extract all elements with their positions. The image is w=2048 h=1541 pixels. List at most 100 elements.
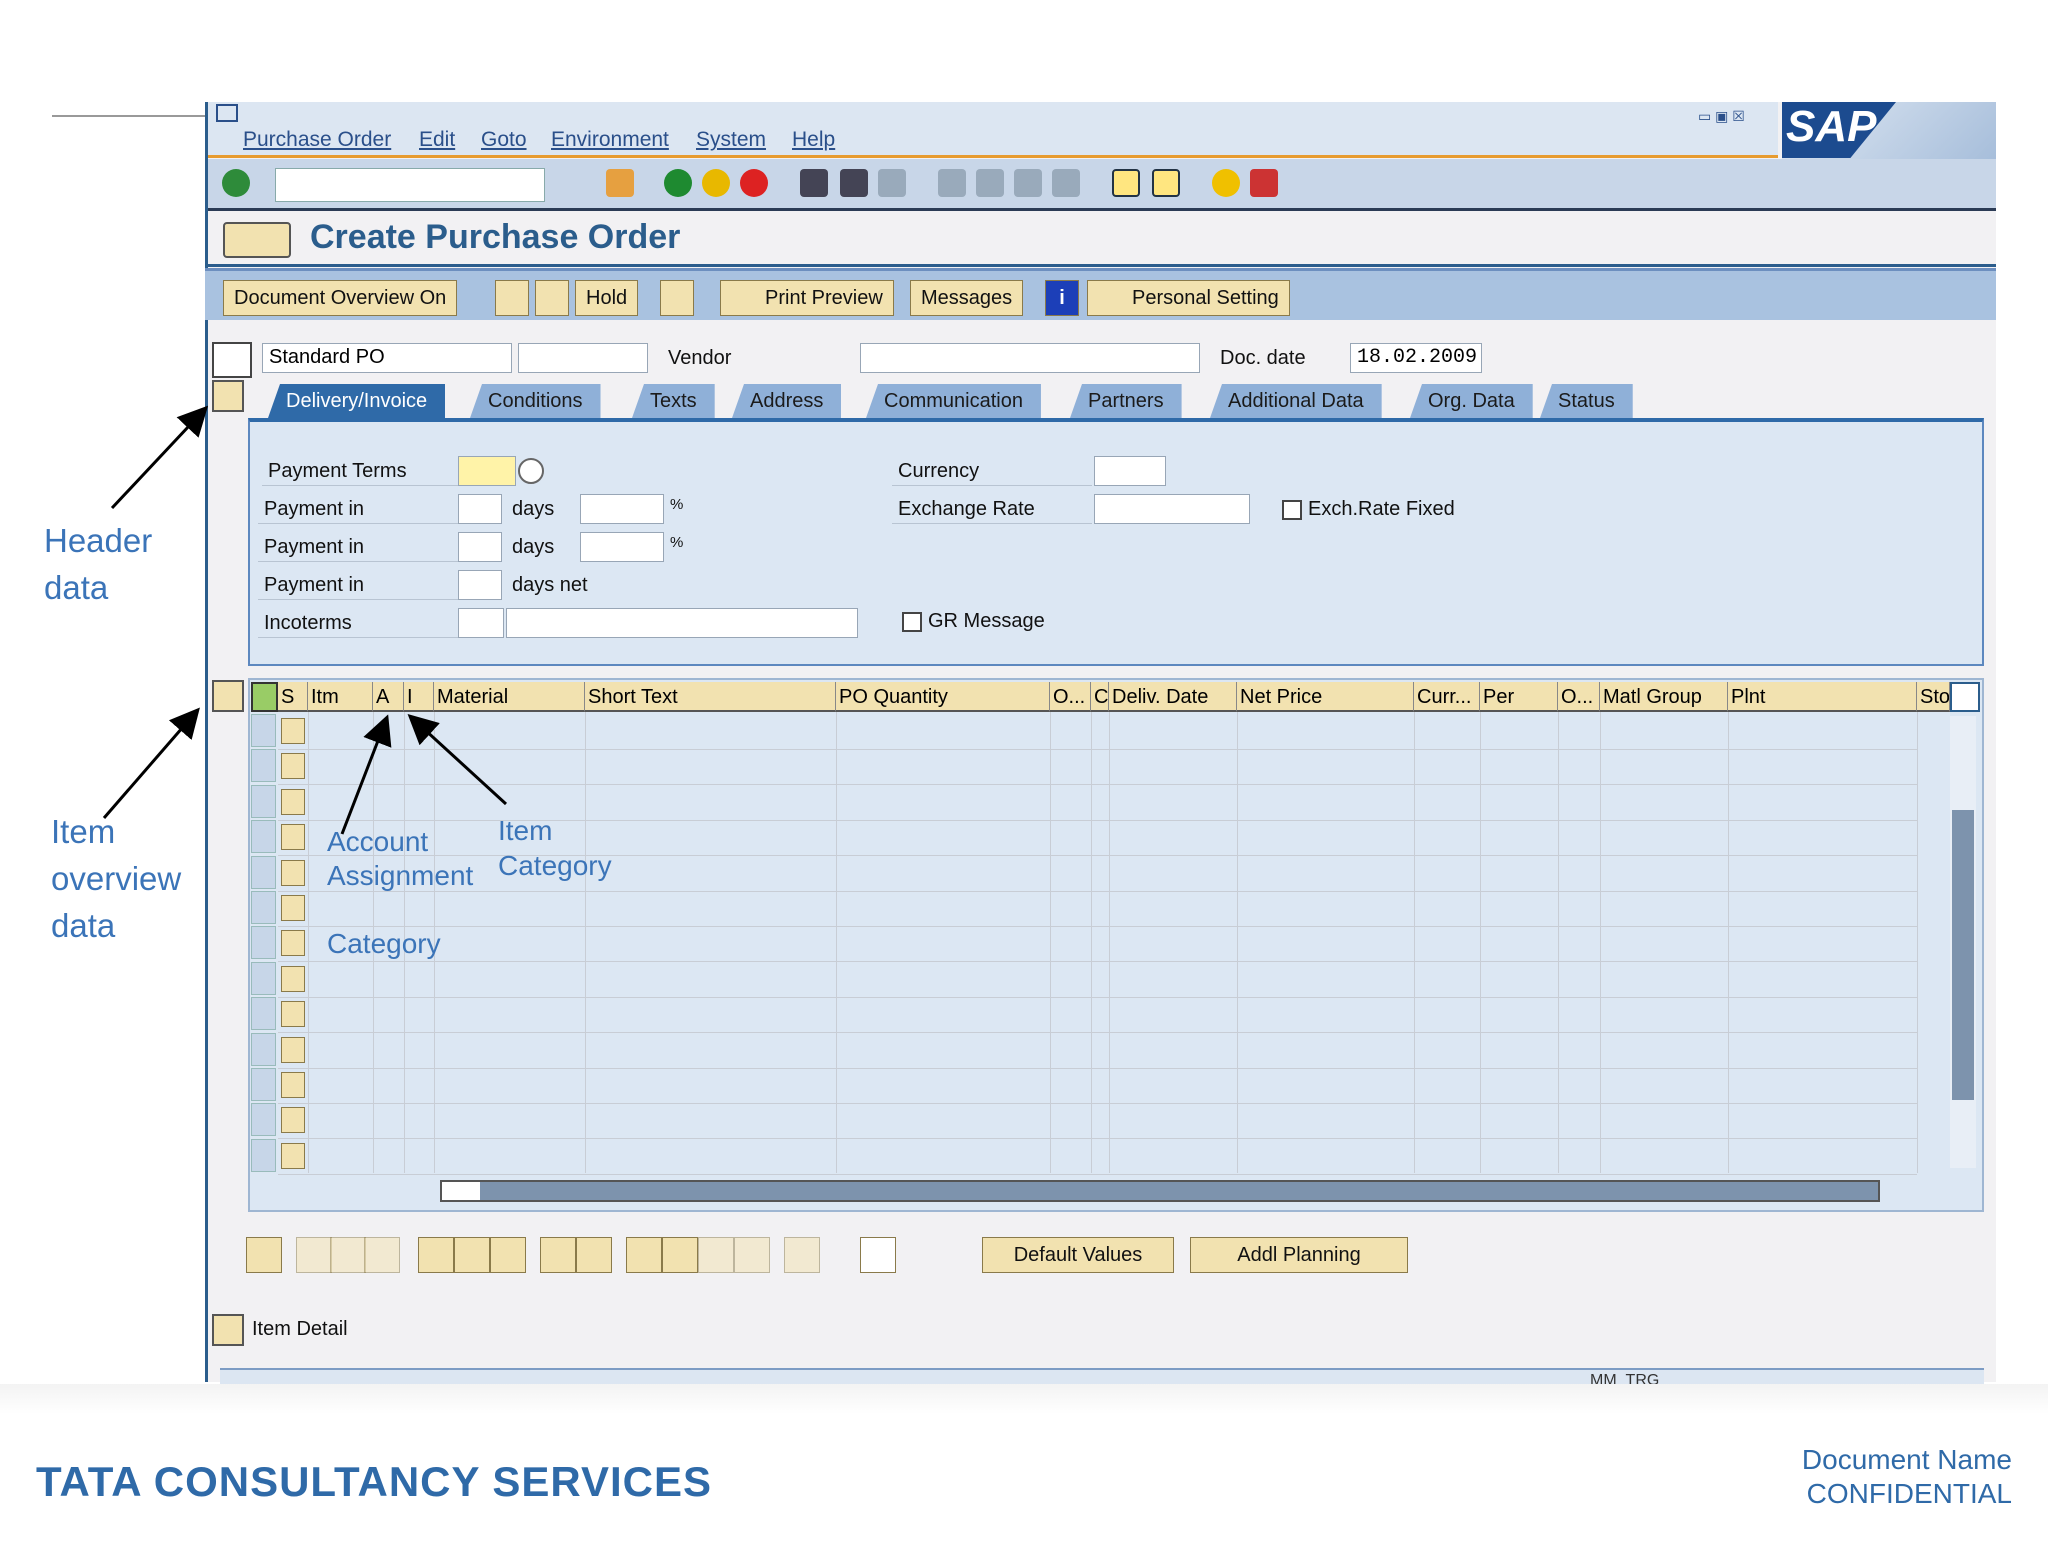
find-next-icon[interactable] xyxy=(878,169,906,197)
column-header-6[interactable]: PO Quantity xyxy=(836,682,1050,712)
lock-icon[interactable] xyxy=(454,1237,490,1273)
cart-icon[interactable] xyxy=(212,342,252,378)
addl-planning-button[interactable]: Addl Planning xyxy=(1190,1237,1408,1273)
other-po-icon[interactable] xyxy=(535,280,569,316)
first-page-icon[interactable] xyxy=(938,169,966,197)
system-info[interactable]: MM_TRG xyxy=(1590,1372,1659,1384)
find-icon[interactable] xyxy=(840,169,868,197)
tab-conditions[interactable]: Conditions xyxy=(470,384,601,418)
services-icon[interactable] xyxy=(223,222,291,258)
conditions-icon[interactable] xyxy=(860,1237,896,1273)
shortcut-icon[interactable] xyxy=(1152,169,1180,197)
table-row[interactable] xyxy=(278,961,1917,963)
print-icon[interactable] xyxy=(800,169,828,197)
row-selector[interactable] xyxy=(251,784,276,818)
scroll-thumb[interactable] xyxy=(1952,810,1974,1100)
unlock-icon[interactable] xyxy=(490,1237,526,1273)
default-values-button[interactable]: Default Values xyxy=(982,1237,1174,1273)
payment-days-net-field[interactable] xyxy=(458,570,502,600)
column-header-16[interactable]: Sto xyxy=(1917,682,1950,712)
incoterms-location-field[interactable] xyxy=(506,608,858,638)
window-menu-icon[interactable] xyxy=(216,104,238,122)
messages-button[interactable]: Messages xyxy=(910,280,1024,316)
filter-off-icon[interactable] xyxy=(698,1237,734,1273)
print-preview-button[interactable]: Print Preview xyxy=(720,280,894,316)
paste-item-icon[interactable] xyxy=(364,1237,400,1273)
sub-items-icon[interactable] xyxy=(784,1237,820,1273)
menu-purchase-order[interactable]: Purchase Order xyxy=(243,128,391,152)
last-page-icon[interactable] xyxy=(1052,169,1080,197)
create-icon[interactable] xyxy=(495,280,529,316)
table-row[interactable] xyxy=(278,784,1917,786)
table-row[interactable] xyxy=(278,1032,1917,1034)
gr-message-checkbox[interactable] xyxy=(902,612,922,632)
vendor-field[interactable] xyxy=(860,343,1200,373)
item-detail-icon[interactable] xyxy=(212,1314,244,1346)
tab-additional-data[interactable]: Additional Data xyxy=(1210,384,1382,418)
next-page-icon[interactable] xyxy=(1014,169,1042,197)
help-icon[interactable] xyxy=(1212,169,1240,197)
column-header-5[interactable]: Short Text xyxy=(585,682,836,712)
payment-terms-lookup-icon[interactable] xyxy=(518,458,544,484)
table-row[interactable] xyxy=(278,1138,1917,1140)
undo-filter-icon[interactable] xyxy=(734,1237,770,1273)
column-header-11[interactable]: Curr... xyxy=(1414,682,1480,712)
item-detail-view-icon[interactable] xyxy=(246,1237,282,1273)
incoterms-field[interactable] xyxy=(458,608,504,638)
check-icon[interactable] xyxy=(660,280,694,316)
column-header-12[interactable]: Per xyxy=(1480,682,1558,712)
column-header-8[interactable]: C xyxy=(1091,682,1109,712)
payment-days-2-field[interactable] xyxy=(458,532,502,562)
doc-date-field[interactable]: 18.02.2009 xyxy=(1350,343,1482,373)
filter-icon[interactable] xyxy=(662,1237,698,1273)
menu-system[interactable]: System xyxy=(696,128,766,152)
table-row[interactable] xyxy=(278,926,1917,927)
row-selector[interactable] xyxy=(251,1138,276,1172)
row-selector[interactable] xyxy=(251,855,276,889)
table-row[interactable] xyxy=(278,996,1917,998)
column-header-9[interactable]: Deliv. Date xyxy=(1109,682,1237,712)
row-selector[interactable] xyxy=(251,820,276,854)
item-detail-label[interactable]: Item Detail xyxy=(252,1318,348,1341)
delete-icon[interactable] xyxy=(418,1237,454,1273)
document-overview-button[interactable]: Document Overview On xyxy=(223,280,458,316)
payment-percent-1-field[interactable] xyxy=(580,494,664,524)
menu-help[interactable]: Help xyxy=(792,128,835,152)
row-selector[interactable] xyxy=(251,714,276,747)
header-toggle-icon[interactable] xyxy=(212,380,244,412)
row-selector[interactable] xyxy=(251,1068,276,1101)
row-selector[interactable] xyxy=(251,1103,276,1137)
row-selector[interactable] xyxy=(251,997,276,1031)
row-selector[interactable] xyxy=(251,926,276,960)
row-selector[interactable] xyxy=(251,749,276,783)
exchange-rate-field[interactable] xyxy=(1094,494,1250,524)
command-field[interactable] xyxy=(275,168,545,202)
column-header-15[interactable]: Plnt xyxy=(1728,682,1917,712)
add-item-icon[interactable] xyxy=(296,1237,332,1273)
tab-partners[interactable]: Partners xyxy=(1070,384,1182,418)
layout-menu-icon[interactable] xyxy=(1250,169,1278,197)
column-header-0[interactable]: S xyxy=(278,682,308,712)
tab-communication[interactable]: Communication xyxy=(866,384,1041,418)
row-selector[interactable] xyxy=(251,891,276,924)
document-type-select[interactable]: Standard PO xyxy=(262,343,512,373)
payment-days-1-field[interactable] xyxy=(458,494,502,524)
hold-button[interactable]: Hold xyxy=(575,280,639,316)
row-selector[interactable] xyxy=(251,961,276,995)
table-row[interactable] xyxy=(278,890,1917,892)
select-all-rows-icon[interactable] xyxy=(576,1237,612,1273)
table-settings-icon[interactable] xyxy=(1950,682,1980,712)
tab-delivery-invoice[interactable]: Delivery/Invoice xyxy=(268,384,446,418)
table-row[interactable] xyxy=(278,1067,1917,1069)
tab-org-data[interactable]: Org. Data xyxy=(1410,384,1533,418)
personal-setting-button[interactable]: Personal Setting xyxy=(1087,280,1290,316)
payment-terms-field[interactable] xyxy=(458,456,516,486)
column-header-3[interactable]: I xyxy=(404,682,434,712)
menu-goto[interactable]: Goto xyxy=(481,128,527,152)
payment-percent-2-field[interactable] xyxy=(580,532,664,562)
tab-texts[interactable]: Texts xyxy=(632,384,715,418)
cancel-icon[interactable] xyxy=(740,169,768,197)
enter-icon[interactable] xyxy=(222,169,250,197)
menu-edit[interactable]: Edit xyxy=(419,128,455,152)
currency-field[interactable] xyxy=(1094,456,1166,486)
